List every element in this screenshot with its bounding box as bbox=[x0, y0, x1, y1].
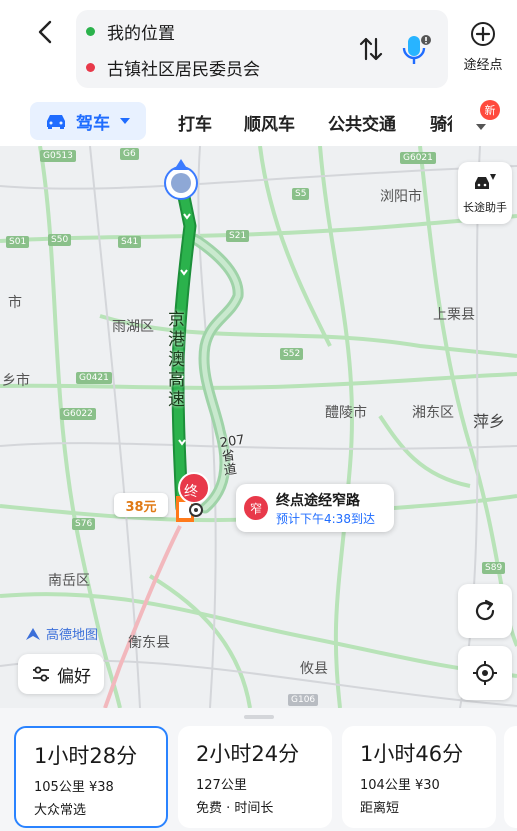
road-shield: S21 bbox=[226, 230, 250, 242]
route-tag: 大众常选 bbox=[34, 803, 87, 818]
long-trip-assistant-button[interactable]: 长途助手 bbox=[458, 162, 512, 224]
route-tag: 距离短 bbox=[360, 801, 400, 816]
car-route-icon bbox=[475, 174, 496, 189]
route-duration: 2小时24分 bbox=[196, 742, 300, 766]
route-option-card[interactable]: 1小时46分 104公里 ¥30 距离短 bbox=[342, 726, 496, 828]
tab-transit[interactable]: 公共交通 bbox=[328, 110, 396, 135]
route-tag: 免费 · 时间长 bbox=[196, 801, 274, 816]
place-label: 萍乡 bbox=[473, 412, 506, 431]
route-duration: 1小时28分 bbox=[34, 744, 138, 768]
long-trip-label: 长途助手 bbox=[463, 201, 507, 214]
chevron-left-icon bbox=[38, 20, 52, 44]
place-label: 雨湖区 bbox=[112, 319, 154, 335]
road-shield: G6021 bbox=[400, 152, 436, 164]
car-icon bbox=[47, 115, 65, 129]
origin-text: 我的位置 bbox=[107, 23, 175, 44]
road-shield: G6 bbox=[120, 148, 139, 160]
crosshair-icon bbox=[473, 661, 497, 685]
narrow-road-callout[interactable]: 窄 终点途经窄路 预计下午4:38到达 bbox=[236, 484, 394, 532]
place-label: 乡市 bbox=[2, 373, 30, 389]
route-option-card[interactable]: 2小时24分 127公里 免费 · 时间长 bbox=[178, 726, 332, 828]
waypoint-label: 途经点 bbox=[463, 58, 503, 73]
road-shield: S52 bbox=[280, 348, 304, 360]
sliders-icon bbox=[33, 666, 49, 682]
refresh-route-button[interactable] bbox=[458, 584, 512, 638]
toll-price-tag: 38元 bbox=[114, 493, 168, 517]
place-label: 攸县 bbox=[300, 661, 328, 677]
road-shield: S76 bbox=[72, 518, 96, 530]
place-label: 南岳区 bbox=[48, 573, 90, 589]
destination-field[interactable]: 古镇社区居民委员会 bbox=[86, 52, 260, 82]
caret-down-icon bbox=[120, 118, 130, 124]
logo-text: 高德地图 bbox=[46, 628, 99, 643]
destination-text: 古镇社区居民委员会 bbox=[107, 59, 260, 80]
address-box: 我的位置 古镇社区居民委员会 bbox=[76, 10, 448, 88]
microphone-icon bbox=[402, 35, 431, 64]
route-distance-cost: 105公里 ¥38 bbox=[34, 780, 114, 795]
narrow-road-badge: 窄 bbox=[244, 496, 268, 520]
road-shield: S50 bbox=[48, 234, 72, 246]
tab-driving-label: 驾车 bbox=[76, 113, 110, 134]
swap-button[interactable] bbox=[358, 35, 384, 63]
origin-dot bbox=[86, 26, 95, 36]
swap-icon bbox=[359, 37, 383, 61]
destination-dot bbox=[86, 62, 95, 72]
callout-title: 终点途经窄路 bbox=[276, 493, 360, 509]
route-options-sheet: 1小时28分 105公里 ¥38 大众常选 2小时24分 127公里 免费 · … bbox=[0, 708, 517, 831]
route-option-card-peek[interactable] bbox=[504, 726, 517, 828]
end-marker-label: 终 bbox=[184, 484, 198, 500]
place-label: 醴陵市 bbox=[325, 405, 367, 421]
tab-cycling[interactable]: 骑行 bbox=[430, 110, 452, 135]
locate-me-button[interactable] bbox=[458, 646, 512, 700]
road-shield: G0513 bbox=[40, 150, 76, 162]
route-distance-cost: 104公里 ¥30 bbox=[360, 778, 440, 793]
travel-mode-tabs: 驾车 打车 顺风车 公共交通 骑行 bbox=[0, 96, 517, 146]
route-preference-button[interactable]: 偏好 bbox=[18, 654, 104, 694]
place-label: 上栗县 bbox=[433, 307, 475, 323]
route-option-card[interactable]: 1小时28分 105公里 ¥38 大众常选 bbox=[14, 726, 168, 828]
road-shield: S41 bbox=[118, 236, 142, 248]
tab-carpool[interactable]: 顺风车 bbox=[244, 110, 295, 135]
place-label: 市 bbox=[8, 295, 22, 311]
route-duration: 1小时46分 bbox=[360, 742, 464, 766]
voice-button[interactable] bbox=[400, 32, 432, 68]
plus-circle-icon bbox=[471, 22, 495, 46]
road-shield: S5 bbox=[292, 188, 310, 200]
road-shield: G106 bbox=[288, 694, 319, 706]
tab-driving[interactable]: 驾车 bbox=[30, 102, 146, 140]
sheet-grabber[interactable] bbox=[244, 715, 274, 719]
road-shield: G0421 bbox=[76, 372, 112, 384]
callout-subtitle: 预计下午4:38到达 bbox=[276, 512, 375, 526]
new-badge: 新 bbox=[480, 100, 500, 120]
origin-field[interactable]: 我的位置 bbox=[86, 16, 175, 46]
road-shield: G6022 bbox=[60, 408, 96, 420]
place-label: 湘东区 bbox=[412, 405, 454, 421]
route-header: 我的位置 古镇社区居民委员会 途经点 bbox=[0, 0, 517, 96]
expressway-label: 京港澳高速 bbox=[168, 310, 185, 410]
road-shield: S89 bbox=[482, 562, 506, 574]
preference-label: 偏好 bbox=[57, 666, 91, 687]
tab-taxi[interactable]: 打车 bbox=[178, 110, 212, 135]
place-label: 衡东县 bbox=[128, 635, 170, 651]
back-button[interactable] bbox=[30, 16, 62, 48]
place-label: 浏阳市 bbox=[380, 189, 422, 205]
add-waypoint-button[interactable]: 途经点 bbox=[455, 20, 511, 73]
amap-logo-icon bbox=[26, 627, 40, 640]
refresh-icon bbox=[475, 599, 495, 621]
map-view[interactable]: 浏阳市 雨湖区 上栗县 醴陵市 湘东区 萍乡 南岳区 衡东县 攸县 市 乡市 G… bbox=[0, 146, 517, 708]
route-distance-cost: 127公里 bbox=[196, 778, 247, 793]
map-logo: 高德地图 bbox=[24, 624, 98, 643]
road-shield: S01 bbox=[6, 236, 30, 248]
